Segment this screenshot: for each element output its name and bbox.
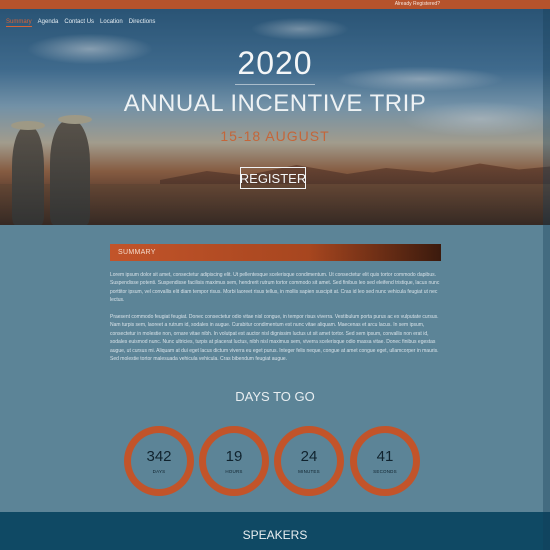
- nav-item-agenda[interactable]: Agenda: [38, 19, 59, 27]
- hero-dates: 15-18 AUGUST: [220, 128, 330, 144]
- hero-title: ANNUAL INCENTIVE TRIP: [123, 90, 427, 117]
- speakers-section: SPEAKERS: [0, 512, 550, 550]
- countdown-hours: 19 HOURS: [199, 426, 269, 496]
- main-nav: Summary Agenda Contact Us Location Direc…: [6, 19, 155, 27]
- hero-year: 2020: [237, 45, 313, 81]
- nav-item-location[interactable]: Location: [100, 19, 123, 27]
- countdown-minutes-inner: 24 MINUTES: [281, 433, 337, 489]
- countdown-minutes-value: 24: [300, 447, 318, 465]
- countdown-seconds-inner: 41 SECONDS: [357, 433, 413, 489]
- register-button[interactable]: REGISTER: [240, 167, 306, 189]
- nav-item-summary[interactable]: Summary: [6, 19, 32, 27]
- countdown-seconds-label: SECONDS: [373, 468, 397, 474]
- countdown-hours-inner: 19 HOURS: [206, 433, 262, 489]
- top-bar: Already Registered?: [0, 0, 550, 9]
- speakers-title: SPEAKERS: [242, 528, 308, 542]
- summary-heading: SUMMARY: [118, 249, 156, 256]
- countdown-days: 342 DAYS: [124, 426, 194, 496]
- countdown-days-inner: 342 DAYS: [131, 433, 187, 489]
- page-edge-strip: [543, 9, 550, 550]
- countdown-hours-label: HOURS: [225, 468, 243, 474]
- countdown-hours-value: 19: [225, 447, 243, 465]
- already-registered-link[interactable]: Already Registered?: [395, 1, 440, 7]
- hero-divider: [235, 84, 315, 85]
- summary-heading-bar: SUMMARY: [110, 244, 441, 261]
- countdown-minutes-label: MINUTES: [298, 468, 320, 474]
- summary-paragraph-1: Lorem ipsum dolor sit amet, consectetur …: [110, 272, 440, 304]
- summary-paragraph-2: Praesent commodo feugiat feugiat. Donec …: [110, 314, 439, 363]
- countdown-title: DAYS TO GO: [235, 389, 315, 404]
- countdown-days-value: 342: [146, 447, 172, 465]
- countdown-seconds: 41 SECONDS: [350, 426, 420, 496]
- countdown-seconds-value: 41: [376, 447, 394, 465]
- nav-item-contact-us[interactable]: Contact Us: [64, 19, 94, 27]
- countdown-minutes: 24 MINUTES: [274, 426, 344, 496]
- nav-item-directions[interactable]: Directions: [129, 19, 156, 27]
- countdown-days-label: DAYS: [152, 468, 166, 474]
